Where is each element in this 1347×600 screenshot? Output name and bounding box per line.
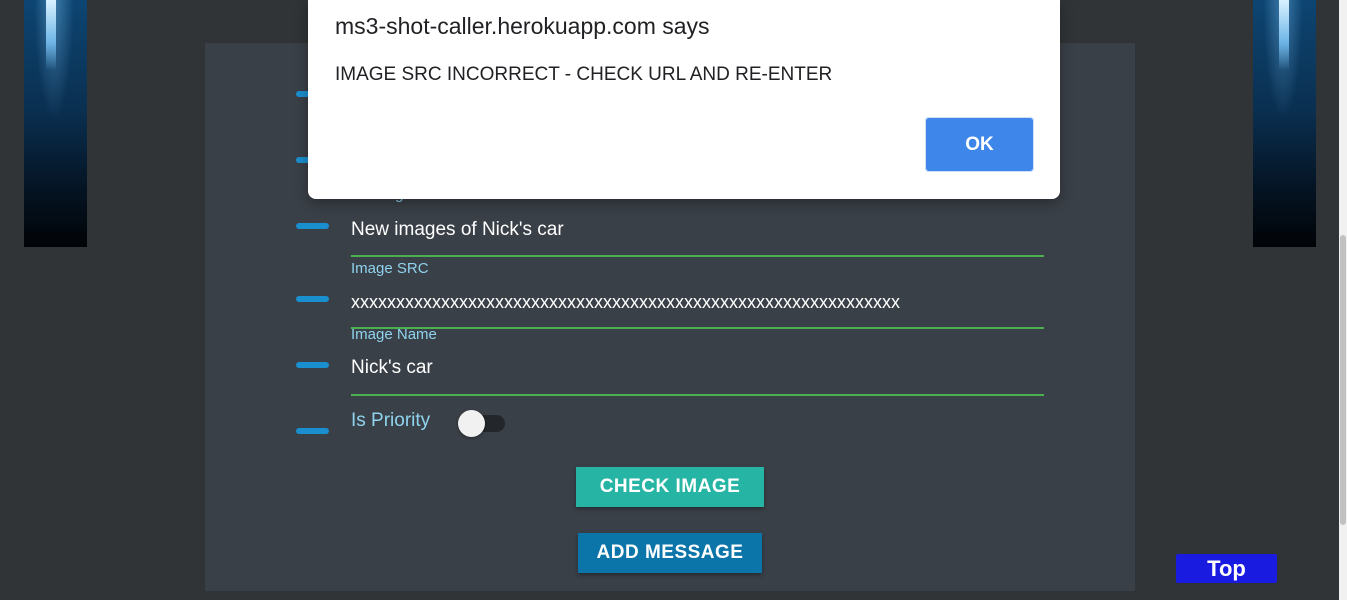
light-beam — [46, 0, 56, 70]
check-image-button[interactable]: CHECK IMAGE — [576, 467, 764, 507]
page-scrollbar[interactable] — [1339, 0, 1347, 600]
image-src-label: Image SRC — [351, 260, 429, 277]
decorative-image-left — [24, 0, 87, 247]
message-input[interactable]: New images of Nick's car — [351, 219, 564, 241]
is-priority-label: Is Priority — [351, 410, 431, 431]
field-indicator-dash — [296, 428, 329, 434]
field-indicator-dash — [296, 362, 329, 368]
is-priority-toggle-knob[interactable] — [458, 410, 485, 437]
decorative-image-right — [1253, 0, 1316, 247]
image-src-input[interactable]: xxxxxxxxxxxxxxxxxxxxxxxxxxxxxxxxxxxxxxxx… — [351, 292, 900, 313]
alert-message: IMAGE SRC INCORRECT - CHECK URL AND RE-E… — [335, 64, 833, 85]
add-message-button[interactable]: ADD MESSAGE — [578, 533, 762, 573]
scrollbar-thumb[interactable] — [1340, 235, 1346, 525]
alert-title: ms3-shot-caller.herokuapp.com says — [335, 13, 710, 39]
alert-ok-button[interactable]: OK — [925, 117, 1034, 172]
back-to-top-button[interactable]: Top — [1176, 554, 1277, 583]
field-indicator-dash — [296, 223, 329, 229]
alert-dialog: ms3-shot-caller.herokuapp.com says IMAGE… — [308, 0, 1060, 199]
message-input-underline — [351, 255, 1044, 257]
image-src-input-underline — [351, 327, 1044, 329]
image-name-input-underline — [351, 394, 1044, 396]
image-name-label: Image Name — [351, 326, 437, 343]
light-beam — [1279, 0, 1289, 70]
image-name-input[interactable]: Nick's car — [351, 357, 433, 379]
field-indicator-dash — [296, 296, 329, 302]
